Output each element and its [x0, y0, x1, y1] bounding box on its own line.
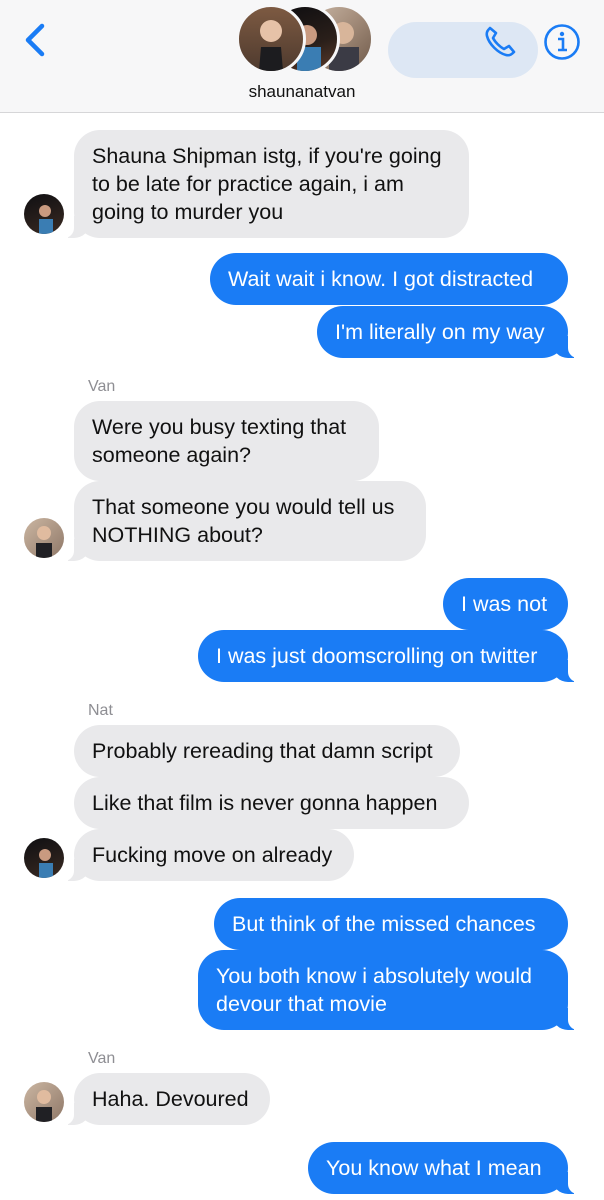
info-button[interactable]	[542, 22, 582, 62]
conversation-header: shaunanatvan	[0, 0, 604, 113]
message-bubble-sent[interactable]: I'm literally on my way	[317, 306, 580, 358]
message-bubble-sent[interactable]: I was not	[443, 578, 568, 630]
message-bubble-received[interactable]: Shauna Shipman istg, if you're going to …	[62, 130, 469, 238]
avatar-shauna-group	[236, 4, 306, 74]
phone-icon	[485, 26, 516, 57]
message-bubble-sent[interactable]: I was just doomscrolling on twitter	[198, 630, 580, 682]
message-bubble-sent[interactable]: You both know i absolutely would devour …	[198, 950, 580, 1030]
avatar-van	[24, 1082, 64, 1122]
message-bubble-received[interactable]: Fucking move on already	[62, 829, 354, 881]
avatar-van	[24, 518, 64, 558]
message-bubble-received[interactable]: Haha. Devoured	[62, 1073, 270, 1125]
message-bubble-sent[interactable]: But think of the missed chances	[214, 898, 568, 950]
back-button[interactable]	[18, 20, 54, 60]
message-bubble-sent[interactable]: You know what I mean	[308, 1142, 580, 1194]
call-button[interactable]	[480, 22, 520, 62]
info-icon	[544, 24, 580, 60]
message-bubble-received[interactable]: Were you busy texting that someone again…	[74, 401, 379, 481]
message-bubble-sent[interactable]: Wait wait i know. I got distracted	[210, 253, 568, 305]
sender-name: Nat	[88, 702, 113, 719]
message-bubble-received[interactable]: Probably rereading that damn script	[74, 725, 460, 777]
avatar-nat	[24, 194, 64, 234]
message-bubble-received[interactable]: Like that film is never gonna happen	[74, 777, 469, 829]
group-name[interactable]: shaunanatvan	[0, 82, 604, 102]
message-bubble-received[interactable]: That someone you would tell us NOTHING a…	[62, 481, 426, 561]
chevron-left-icon	[25, 23, 45, 57]
avatar-nat	[24, 838, 64, 878]
sender-name: Van	[88, 1050, 116, 1067]
sender-name: Van	[88, 378, 116, 395]
group-avatars[interactable]	[236, 4, 374, 74]
